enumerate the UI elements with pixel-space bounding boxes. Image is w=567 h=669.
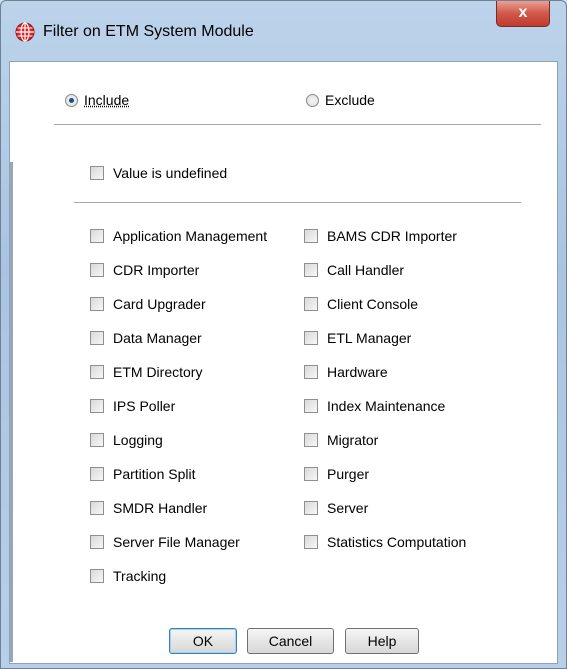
resize-edge <box>10 162 13 662</box>
checkbox-box[interactable] <box>90 331 104 345</box>
checkbox-box[interactable] <box>304 229 318 243</box>
include-label: Include <box>84 92 130 108</box>
checkbox-box[interactable] <box>90 297 104 311</box>
include-radio[interactable]: Include <box>65 90 129 110</box>
module-label: Partition Split <box>113 466 196 482</box>
module-label: ETL Manager <box>327 330 412 346</box>
checkbox-box[interactable] <box>90 467 104 481</box>
checkbox-label: Value is undefined <box>113 165 228 181</box>
module-checkbox[interactable]: BAMS CDR Importer <box>304 226 457 246</box>
module-label: Data Manager <box>113 330 202 346</box>
module-label: CDR Importer <box>113 262 200 278</box>
checkbox-box[interactable] <box>304 433 318 447</box>
module-label: Logging <box>113 432 163 448</box>
checkbox-box[interactable] <box>304 297 318 311</box>
module-checkbox[interactable]: ETL Manager <box>304 328 411 348</box>
checkbox-box[interactable] <box>90 229 104 243</box>
checkbox-box[interactable] <box>304 331 318 345</box>
module-label: Purger <box>327 466 370 482</box>
module-checkbox[interactable]: Call Handler <box>304 260 404 280</box>
module-checkbox[interactable]: Tracking <box>90 566 166 586</box>
module-label: Card Upgrader <box>113 296 206 312</box>
help-button[interactable]: Help <box>345 628 419 654</box>
close-icon: x <box>518 4 528 21</box>
value-undefined-checkbox[interactable]: Value is undefined <box>90 163 227 183</box>
checkbox-box[interactable] <box>304 535 318 549</box>
module-label: Application Management <box>113 228 268 244</box>
checkbox-box[interactable] <box>90 501 104 515</box>
module-label: Migrator <box>327 432 379 448</box>
checkbox-box[interactable] <box>304 501 318 515</box>
cancel-button[interactable]: Cancel <box>247 628 334 654</box>
module-checkbox[interactable]: Logging <box>90 430 163 450</box>
module-label: Tracking <box>113 568 167 584</box>
module-label: Server <box>327 500 369 516</box>
checkbox-box[interactable] <box>304 467 318 481</box>
module-label: Server File Manager <box>113 534 240 550</box>
module-label: Call Handler <box>327 262 405 278</box>
module-checkbox[interactable]: Purger <box>304 464 369 484</box>
module-checkbox[interactable]: IPS Poller <box>90 396 175 416</box>
module-checkbox[interactable]: Application Management <box>90 226 267 246</box>
checkbox-box[interactable] <box>90 433 104 447</box>
checkbox-box[interactable] <box>90 569 104 583</box>
checkbox-box[interactable] <box>90 399 104 413</box>
checkbox-box[interactable] <box>90 166 104 180</box>
separator-top <box>54 124 541 125</box>
module-checkbox[interactable]: Card Upgrader <box>90 294 206 314</box>
module-checkbox[interactable]: Migrator <box>304 430 378 450</box>
checkbox-box[interactable] <box>304 263 318 277</box>
exclude-radio-indicator[interactable] <box>306 93 319 107</box>
window-title: Filter on ETM System Module <box>43 23 254 40</box>
module-checkbox[interactable]: Data Manager <box>90 328 202 348</box>
module-checkbox[interactable]: Server File Manager <box>90 532 240 552</box>
exclude-label: Exclude <box>325 92 375 108</box>
dialog-content: Include Exclude Value is undefined Appli… <box>9 61 558 664</box>
module-checkbox[interactable]: Client Console <box>304 294 418 314</box>
module-checkbox[interactable]: CDR Importer <box>90 260 199 280</box>
dialog-window: Filter on ETM System Module x Include Ex… <box>0 0 567 669</box>
module-label: BAMS CDR Importer <box>327 228 457 244</box>
module-checkbox[interactable]: SMDR Handler <box>90 498 207 518</box>
module-checkbox[interactable]: Statistics Computation <box>304 532 466 552</box>
checkbox-box[interactable] <box>90 263 104 277</box>
include-radio-indicator[interactable] <box>65 93 78 107</box>
separator-middle <box>74 202 521 203</box>
checkbox-box[interactable] <box>90 365 104 379</box>
checkbox-box[interactable] <box>90 535 104 549</box>
module-label: Client Console <box>327 296 419 312</box>
module-checkbox[interactable]: Partition Split <box>90 464 195 484</box>
ok-button[interactable]: OK <box>169 628 237 654</box>
module-checkbox[interactable]: Server <box>304 498 368 518</box>
module-checkbox[interactable]: ETM Directory <box>90 362 202 382</box>
checkbox-box[interactable] <box>304 365 318 379</box>
module-checkbox[interactable]: Hardware <box>304 362 388 382</box>
globe-icon <box>15 22 35 42</box>
checkbox-box[interactable] <box>304 399 318 413</box>
module-label: Index Maintenance <box>327 398 446 414</box>
title-bar[interactable]: Filter on ETM System Module x <box>1 1 566 61</box>
module-label: Statistics Computation <box>327 534 467 550</box>
close-button[interactable]: x <box>496 1 550 27</box>
module-checkbox[interactable]: Index Maintenance <box>304 396 445 416</box>
module-label: ETM Directory <box>113 364 203 380</box>
module-label: SMDR Handler <box>113 500 208 516</box>
module-label: IPS Poller <box>113 398 176 414</box>
module-label: Hardware <box>327 364 388 380</box>
exclude-radio[interactable]: Exclude <box>306 90 375 110</box>
